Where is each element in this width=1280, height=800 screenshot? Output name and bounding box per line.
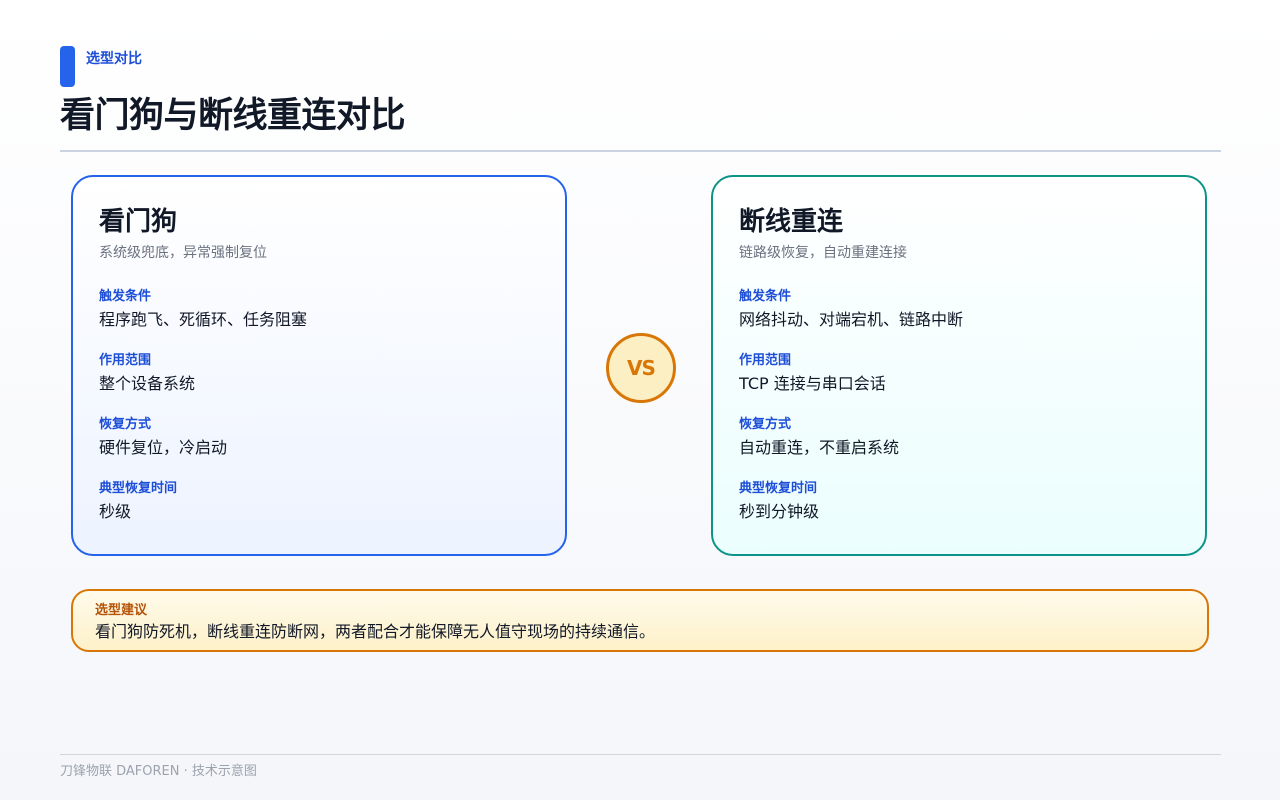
field-value: 整个设备系统 (99, 374, 196, 393)
footer-caption: 刀锋物联 DAFOREN · 技术示意图 (60, 764, 257, 779)
reconnect-card: 断线重连 链路级恢复，自动重建连接 触发条件 网络抖动、对端宕机、链路中断 作用… (711, 175, 1207, 556)
field-value: 网络抖动、对端宕机、链路中断 (739, 310, 964, 329)
advice-label: 选型建议 (95, 603, 148, 618)
field-value: 自动重连，不重启系统 (739, 438, 900, 457)
advice-box: 选型建议 看门狗防死机，断线重连防断网，两者配合才能保障无人值守现场的持续通信。 (71, 589, 1209, 652)
field-label: 恢复方式 (99, 417, 152, 432)
field-trigger: 触发条件 程序跑飞、死循环、任务阻塞 (99, 289, 307, 330)
field-value: TCP 连接与串口会话 (739, 374, 886, 393)
field-value: 秒级 (99, 502, 132, 521)
field-trigger: 触发条件 网络抖动、对端宕机、链路中断 (739, 289, 963, 330)
title-divider (60, 150, 1221, 152)
field-label: 典型恢复时间 (99, 481, 178, 496)
field-scope: 作用范围 整个设备系统 (99, 353, 195, 394)
field-label: 触发条件 (99, 289, 152, 304)
field-recovery: 恢复方式 自动重连，不重启系统 (739, 417, 899, 458)
vs-badge: VS (606, 333, 676, 403)
watchdog-card: 看门狗 系统级兜底，异常强制复位 触发条件 程序跑飞、死循环、任务阻塞 作用范围… (71, 175, 567, 556)
field-label: 触发条件 (739, 289, 792, 304)
page-title: 看门狗与断线重连对比 (60, 96, 406, 136)
field-label: 作用范围 (99, 353, 152, 368)
section-tag: 选型对比 (86, 51, 142, 67)
field-recovery-time: 典型恢复时间 秒级 (99, 481, 177, 522)
section-accent-bar (60, 46, 75, 87)
field-value: 硬件复位，冷启动 (99, 438, 228, 457)
footer-divider (60, 754, 1221, 755)
field-label: 作用范围 (739, 353, 792, 368)
card-title: 看门狗 (99, 207, 178, 237)
field-value: 秒到分钟级 (739, 502, 820, 521)
card-subtitle: 系统级兜底，异常强制复位 (99, 245, 267, 261)
field-value: 程序跑飞、死循环、任务阻塞 (99, 310, 308, 329)
card-title: 断线重连 (739, 207, 844, 237)
field-label: 恢复方式 (739, 417, 792, 432)
field-scope: 作用范围 TCP 连接与串口会话 (739, 353, 886, 394)
field-recovery-time: 典型恢复时间 秒到分钟级 (739, 481, 819, 522)
card-subtitle: 链路级恢复，自动重建连接 (739, 245, 907, 261)
field-recovery: 恢复方式 硬件复位，冷启动 (99, 417, 227, 458)
field-label: 典型恢复时间 (739, 481, 818, 496)
advice-text: 看门狗防死机，断线重连防断网，两者配合才能保障无人值守现场的持续通信。 (95, 622, 656, 641)
